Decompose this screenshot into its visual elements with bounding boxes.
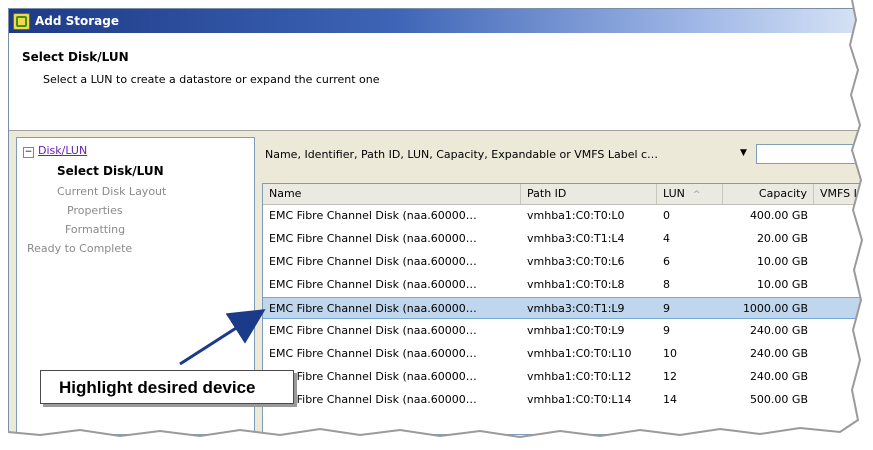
annotation-callout: Highlight desired device: [40, 370, 294, 404]
